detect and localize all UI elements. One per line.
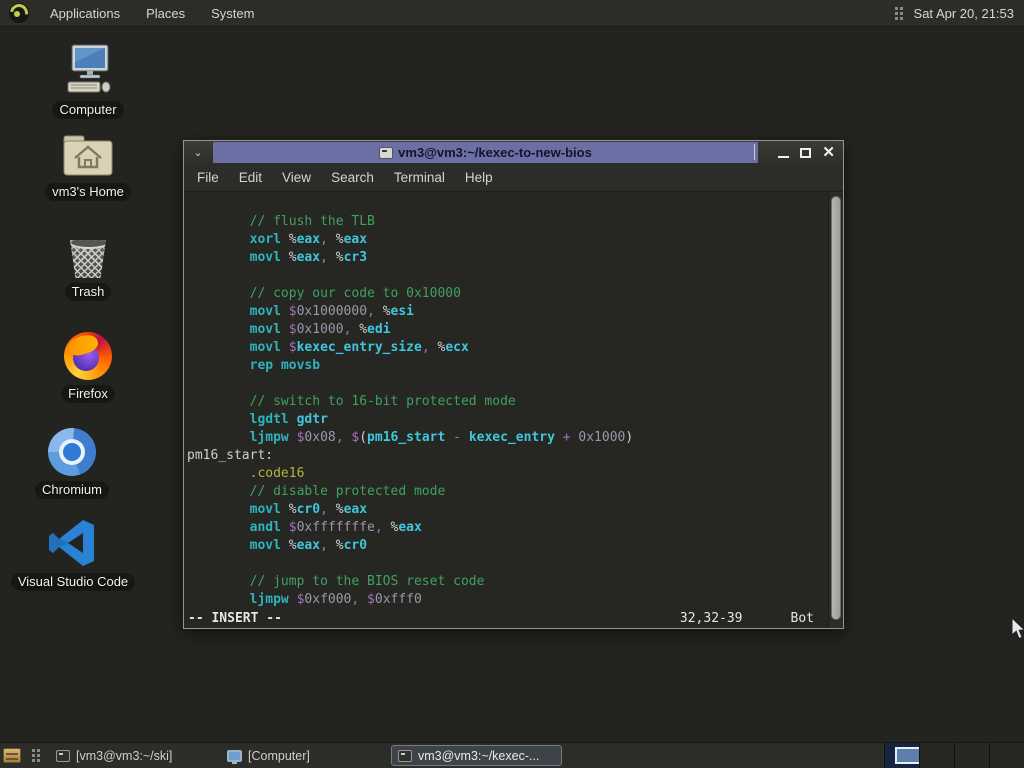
window-list-handle-icon[interactable]	[32, 749, 40, 762]
terminal-titlebar[interactable]: ⌄ vm3@vm3:~/kexec-to-new-bios ✕	[184, 141, 843, 164]
menu-file[interactable]: File	[187, 166, 229, 189]
workspace-3[interactable]	[954, 742, 989, 768]
desktop-icon-computer[interactable]: Computer	[30, 44, 146, 119]
home-folder-icon	[62, 126, 114, 178]
terminal-app-icon	[379, 146, 394, 159]
trash-icon	[69, 226, 107, 278]
vscode-icon	[47, 516, 99, 568]
desktop-icon-label: Firefox	[61, 385, 115, 403]
terminal-scrollbar[interactable]	[828, 192, 843, 628]
drawer-applet-icon[interactable]	[3, 748, 21, 763]
menu-view[interactable]: View	[272, 166, 321, 189]
vim-cursor-position: 32,32-39	[679, 611, 743, 626]
notification-area-handle-icon[interactable]	[894, 6, 903, 20]
terminal-icon	[56, 749, 70, 762]
menu-applications[interactable]: Applications	[37, 0, 133, 26]
taskbar-window-label: [vm3@vm3:~/ski]	[76, 748, 173, 763]
close-button[interactable]: ✕	[822, 145, 835, 160]
window-shade-button[interactable]: ⌄	[184, 141, 212, 164]
desktop-icon-chromium[interactable]: Chromium	[14, 424, 130, 499]
taskbar-window-ski[interactable]: [vm3@vm3:~/ski]	[49, 745, 220, 766]
firefox-icon	[64, 328, 112, 380]
terminal-icon	[398, 749, 412, 762]
maximize-button[interactable]	[800, 147, 812, 158]
terminal-window: ⌄ vm3@vm3:~/kexec-to-new-bios ✕ File Edi…	[183, 140, 844, 629]
window-title: vm3@vm3:~/kexec-to-new-bios	[398, 145, 592, 160]
taskbar-window-computer[interactable]: [Computer]	[220, 745, 391, 766]
chromium-icon	[48, 424, 96, 476]
scrollbar-thumb[interactable]	[831, 196, 841, 620]
desktop-icon-home[interactable]: vm3's Home	[30, 126, 146, 201]
taskbar-window-kexec[interactable]: vm3@vm3:~/kexec-...	[391, 745, 562, 766]
computer-icon	[61, 44, 115, 96]
desktop-icon-label: vm3's Home	[45, 183, 131, 201]
titlebar-band: vm3@vm3:~/kexec-to-new-bios	[213, 142, 758, 163]
menu-terminal[interactable]: Terminal	[384, 166, 455, 189]
minimize-button[interactable]	[778, 147, 790, 158]
desktop-icon-label: Computer	[52, 101, 124, 119]
clock[interactable]: Sat Apr 20, 21:53	[910, 6, 1024, 21]
desktop-icon-label: Chromium	[35, 481, 109, 499]
terminal-menubar: File Edit View Search Terminal Help	[184, 164, 843, 192]
desktop-icon-vscode[interactable]: Visual Studio Code	[10, 516, 136, 591]
menu-help[interactable]: Help	[455, 166, 503, 189]
menu-system[interactable]: System	[198, 0, 267, 26]
desktop-icon-label: Visual Studio Code	[10, 573, 136, 591]
taskbar: [vm3@vm3:~/ski] [Computer] vm3@vm3:~/kex…	[0, 742, 1024, 768]
desktop-icon-label: Trash	[64, 283, 112, 301]
chevron-down-icon: ⌄	[193, 147, 203, 159]
vim-code-area[interactable]: // flush the TLB xorl %eax, %eax movl %e…	[184, 192, 828, 628]
menu-edit[interactable]: Edit	[229, 166, 272, 189]
computer-icon	[227, 749, 242, 764]
top-panel: Applications Places System Sat Apr 20, 2…	[0, 0, 1024, 27]
taskbar-window-label: vm3@vm3:~/kexec-...	[418, 748, 540, 763]
menu-search[interactable]: Search	[321, 166, 384, 189]
vim-statusline: -- INSERT -- 32,32-39 Bot	[184, 610, 830, 628]
desktop-icon-firefox[interactable]: Firefox	[30, 328, 146, 403]
titlebar-separator	[754, 144, 755, 160]
workspace-2[interactable]	[919, 742, 954, 768]
taskbar-window-label: [Computer]	[248, 748, 310, 763]
workspace-1[interactable]	[884, 742, 921, 768]
vim-mode-indicator: -- INSERT --	[188, 611, 282, 626]
distro-logo-icon[interactable]	[9, 3, 29, 23]
vim-scroll-indicator: Bot	[790, 611, 814, 626]
workspace-4[interactable]	[989, 742, 1024, 768]
desktop-icon-trash[interactable]: Trash	[30, 226, 146, 301]
workspace-window-thumbnail	[895, 746, 921, 764]
menu-places[interactable]: Places	[133, 0, 198, 26]
workspace-switcher	[884, 742, 1024, 768]
mouse-cursor	[1011, 616, 1024, 645]
